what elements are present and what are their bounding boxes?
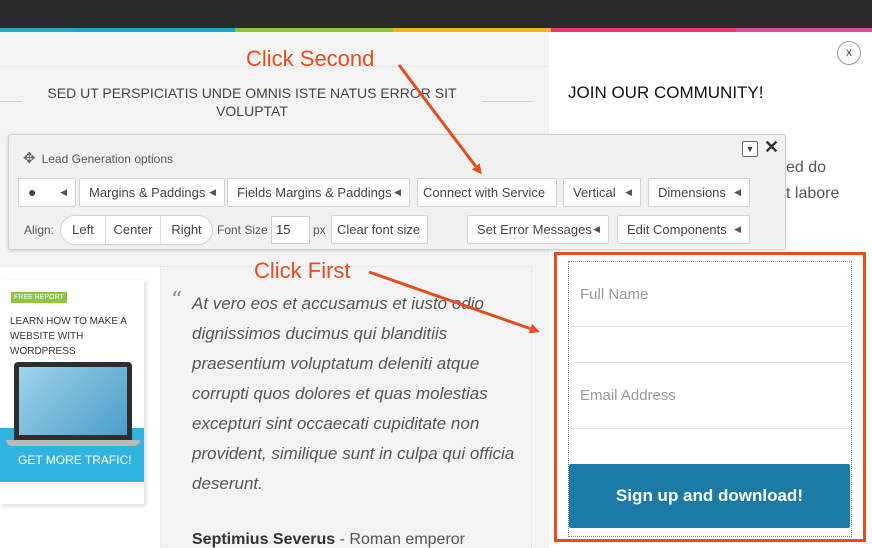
font-size-unit: px [313, 223, 326, 237]
font-size-label: Font Size [217, 223, 268, 237]
author-role: Roman emperor [349, 531, 465, 548]
caret-icon: ◀ [209, 187, 216, 197]
signup-button[interactable]: Sign up and download! [569, 464, 850, 528]
vertical-button[interactable]: Vertical ◀ [563, 178, 641, 207]
divider [0, 101, 22, 102]
font-size-input[interactable]: 15 [271, 216, 310, 244]
move-icon[interactable]: ✥ [23, 150, 36, 167]
button-label: Clear font size [337, 222, 421, 237]
testimonial-text: At vero eos et accusamus et iusto odio d… [192, 294, 515, 493]
align-label: Align: [24, 223, 55, 237]
page-headline: SED UT PERSPICIATIS UNDE OMNIS ISTE NATU… [47, 85, 457, 119]
caret-icon: ◀ [394, 187, 401, 197]
button-label: Edit Components [627, 222, 727, 237]
close-icon[interactable]: ✕ [764, 137, 779, 158]
body-text-fragment: ed do [786, 159, 827, 176]
button-label: Dimensions [658, 185, 726, 200]
set-error-messages-button[interactable]: Set Error Messages ◀ [467, 215, 609, 244]
margins-paddings-button[interactable]: Margins & Paddings ◀ [79, 178, 225, 207]
lead-generation-toolbar[interactable]: ✥ Lead Generation options ▼ ✕ ● ◀ Margins … [8, 134, 786, 250]
headline-section: SED UT PERSPICIATIS UNDE OMNIS ISTE NATU… [0, 66, 549, 124]
caret-icon: ◀ [625, 187, 632, 197]
button-label: Connect with Service [423, 185, 546, 200]
button-label: Margins & Paddings [89, 185, 206, 200]
button-label: Fields Margins & Paddings [237, 185, 392, 200]
laptop-base [6, 440, 140, 446]
palette-button[interactable]: ● ◀ [18, 178, 76, 207]
clear-font-size-button[interactable]: Clear font size [331, 215, 428, 244]
free-report-badge: FREE REPORT [11, 292, 67, 303]
caret-icon: ◀ [734, 224, 741, 234]
align-center-option[interactable]: Center [105, 216, 160, 244]
quote-icon: “ [171, 288, 183, 313]
fields-margins-button[interactable]: Fields Margins & Paddings ◀ [227, 178, 410, 207]
button-label: Set Error Messages [477, 222, 592, 237]
join-title: JOIN OUR COMMUNITY! [568, 83, 764, 102]
align-right-option[interactable]: Right [160, 216, 212, 244]
full-name-field[interactable]: Full Name [571, 263, 850, 327]
caret-icon: ◀ [593, 224, 600, 234]
connect-with-service-button[interactable]: Connect with Service [417, 178, 557, 207]
laptop-icon [14, 362, 132, 440]
click-first-annotation: Click First [254, 258, 351, 283]
click-second-annotation: Click Second [246, 46, 375, 71]
body-text-fragment: t labore [786, 185, 840, 202]
toolbar-title-label: Lead Generation options [41, 152, 174, 166]
minimize-icon[interactable]: ▼ [742, 141, 758, 157]
dimensions-button[interactable]: Dimensions ◀ [648, 178, 750, 207]
author-separator: - [335, 531, 350, 548]
testimonial-author: Septimius Severus - Roman emperor [192, 531, 465, 548]
button-label: Vertical [573, 185, 616, 200]
author-name: Septimius Severus [192, 531, 336, 548]
caret-icon: ◀ [60, 187, 67, 197]
panel-close-icon[interactable]: x [837, 41, 861, 65]
align-left-option[interactable]: Left [61, 216, 105, 244]
top-dark-bar [0, 0, 872, 28]
form-spacer [571, 327, 850, 363]
ebook-banner[interactable]: FREE REPORT LEARN HOW TO MAKE A WEBSITE … [0, 280, 144, 504]
align-options: Left Center Right [60, 215, 213, 245]
email-field[interactable]: Email Address [571, 363, 850, 429]
caret-icon: ◀ [734, 187, 741, 197]
divider [482, 101, 532, 102]
palette-icon: ● [28, 184, 37, 200]
toolbar-title[interactable]: ✥ Lead Generation options [23, 149, 173, 167]
edit-components-button[interactable]: Edit Components ◀ [617, 215, 750, 244]
ebook-title: LEARN HOW TO MAKE A WEBSITE WITH WORDPRE… [10, 316, 127, 357]
